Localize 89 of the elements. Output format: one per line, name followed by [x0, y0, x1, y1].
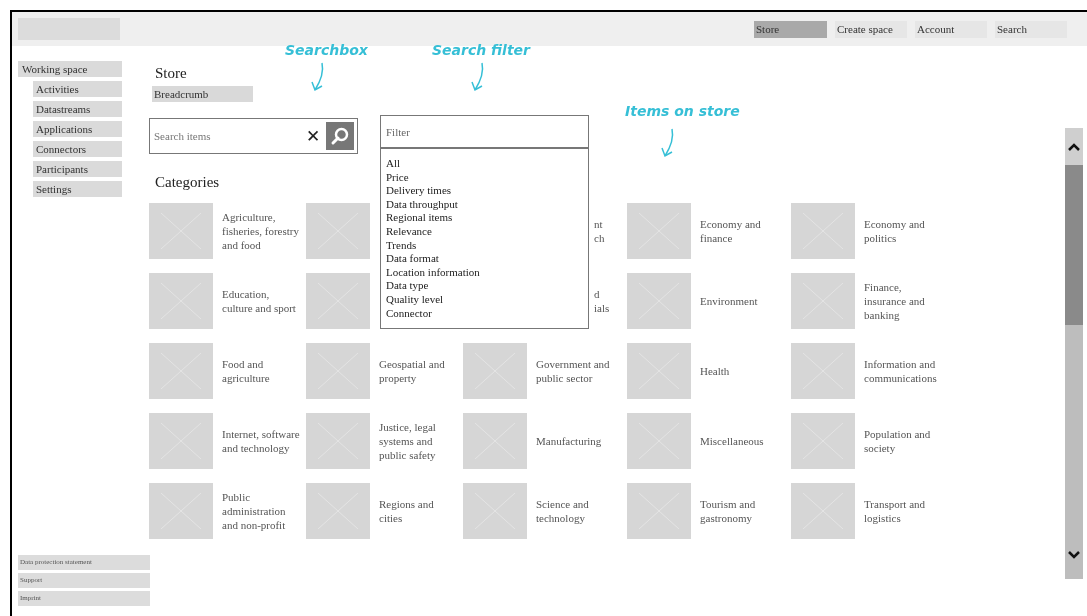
- annotation-label: Searchbox: [285, 41, 368, 60]
- filter-option[interactable]: Quality level: [386, 292, 588, 307]
- section-heading: Categories: [155, 173, 220, 191]
- chevron-down-icon[interactable]: [1068, 551, 1080, 559]
- image-placeholder[interactable]: [149, 203, 213, 259]
- image-placeholder[interactable]: [627, 343, 691, 399]
- image-placeholder[interactable]: [791, 413, 855, 469]
- category-label[interactable]: Internet, software and technology: [222, 427, 302, 455]
- sidebar-item[interactable]: Connectors: [33, 141, 122, 157]
- filter-option[interactable]: Data format: [386, 252, 588, 266]
- image-placeholder[interactable]: [463, 343, 527, 399]
- category-label[interactable]: Public administration and non-profit: [222, 490, 302, 532]
- image-placeholder[interactable]: [627, 203, 691, 259]
- category-label[interactable]: ials: [594, 301, 610, 315]
- image-placeholder[interactable]: [149, 343, 213, 399]
- nav-tab[interactable]: Store: [754, 20, 827, 38]
- category-label[interactable]: Economy and finance: [700, 217, 780, 245]
- image-placeholder[interactable]: [306, 413, 370, 469]
- sidebar-item[interactable]: Datastreams: [33, 101, 122, 117]
- category-label[interactable]: Regions and cities: [379, 497, 459, 525]
- image-placeholder[interactable]: [463, 413, 527, 469]
- nav-tab[interactable]: Search: [995, 20, 1067, 38]
- breadcrumb[interactable]: Breadcrumb: [152, 86, 253, 102]
- annotation-label: Search filter: [432, 41, 530, 60]
- sidebar-item[interactable]: Applications: [33, 121, 122, 137]
- filter-option[interactable]: Relevance: [386, 224, 588, 239]
- filter-option[interactable]: Location information: [386, 265, 588, 280]
- image-placeholder[interactable]: [306, 483, 370, 539]
- image-placeholder[interactable]: [791, 343, 855, 399]
- filter-option[interactable]: Regional items: [386, 211, 588, 225]
- image-placeholder[interactable]: [149, 413, 213, 469]
- scrollbar[interactable]: [1065, 128, 1083, 579]
- search-button[interactable]: [326, 122, 354, 150]
- sidebar-item[interactable]: Activities: [33, 81, 122, 97]
- category-label[interactable]: Education, culture and sport: [222, 287, 302, 315]
- image-placeholder[interactable]: [627, 483, 691, 539]
- image-placeholder[interactable]: [149, 483, 213, 539]
- scroll-thumb[interactable]: [1065, 165, 1083, 325]
- image-placeholder[interactable]: [791, 273, 855, 329]
- category-label[interactable]: Agriculture, fisheries, forestry and food: [222, 210, 302, 252]
- category-label[interactable]: Manufacturing: [536, 434, 616, 448]
- image-placeholder[interactable]: [306, 273, 370, 329]
- search-field[interactable]: Search items ✕: [149, 118, 358, 154]
- filter-option[interactable]: Trends: [386, 238, 588, 253]
- sidebar-item[interactable]: Settings: [33, 181, 122, 197]
- image-placeholder[interactable]: [627, 413, 691, 469]
- annotation-label: Items on store: [625, 102, 740, 121]
- search-icon: [330, 126, 350, 146]
- filter-option[interactable]: Connector: [386, 306, 588, 321]
- arrow-icon: [310, 62, 326, 92]
- nav-tab[interactable]: Account: [915, 20, 987, 38]
- category-label[interactable]: Food and agriculture: [222, 357, 302, 385]
- image-placeholder[interactable]: [791, 203, 855, 259]
- category-label[interactable]: Information and communications: [864, 357, 944, 385]
- filter-option[interactable]: All: [386, 157, 588, 171]
- category-label[interactable]: Miscellaneous: [700, 434, 780, 448]
- clear-button[interactable]: ✕: [306, 127, 320, 145]
- category-label[interactable]: Science and technology: [536, 497, 616, 525]
- filter-option[interactable]: Data throughput: [386, 197, 588, 212]
- category-label[interactable]: Economy and politics: [864, 217, 944, 245]
- category-label[interactable]: ch: [594, 231, 605, 245]
- filter-option[interactable]: Data type: [386, 279, 588, 293]
- category-label[interactable]: Transport and logistics: [864, 497, 944, 525]
- page-title: Store: [155, 64, 187, 82]
- category-label[interactable]: Health: [700, 364, 780, 378]
- category-label[interactable]: Tourism and gastronomy: [700, 497, 780, 525]
- arrow-icon: [660, 128, 676, 158]
- category-label[interactable]: Justice, legal systems and public safety: [379, 420, 459, 462]
- chevron-up-icon[interactable]: [1068, 142, 1080, 151]
- category-label[interactable]: nt: [594, 217, 605, 231]
- nav-tab[interactable]: Create space: [835, 20, 907, 38]
- image-placeholder[interactable]: [306, 203, 370, 259]
- category-label[interactable]: d: [594, 287, 610, 301]
- image-placeholder[interactable]: [627, 273, 691, 329]
- sidebar-item[interactable]: Working space: [18, 61, 122, 77]
- category-label[interactable]: Finance, insurance and banking: [864, 280, 944, 322]
- filter-option[interactable]: Delivery times: [386, 184, 588, 198]
- category-label[interactable]: Population and society: [864, 427, 944, 455]
- filter-option[interactable]: Price: [386, 170, 588, 185]
- category-label[interactable]: Environment: [700, 294, 780, 308]
- image-placeholder[interactable]: [306, 343, 370, 399]
- filter-field[interactable]: Filter: [381, 116, 588, 149]
- category-label[interactable]: Geospatial and property: [379, 357, 459, 385]
- category-label[interactable]: Government and public sector: [536, 357, 616, 385]
- image-placeholder[interactable]: [149, 273, 213, 329]
- image-placeholder[interactable]: [463, 483, 527, 539]
- image-placeholder[interactable]: [791, 483, 855, 539]
- arrow-icon: [470, 62, 486, 92]
- sidebar-item[interactable]: Participants: [33, 161, 122, 177]
